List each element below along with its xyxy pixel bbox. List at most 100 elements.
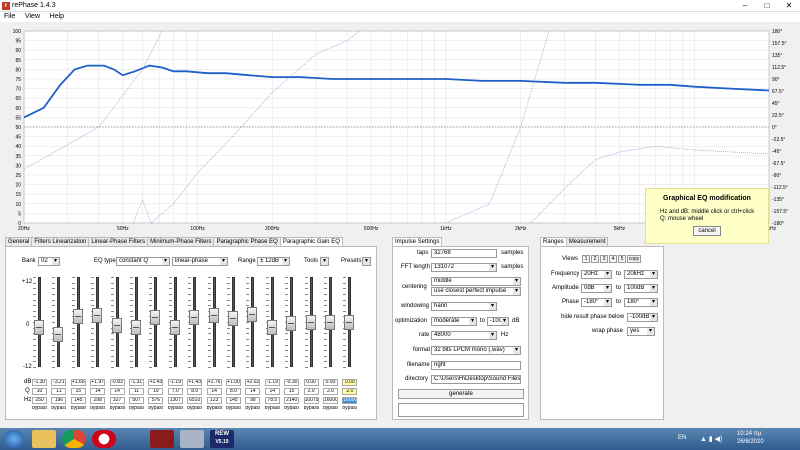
band-type-label[interactable]: bypass <box>71 406 86 413</box>
band-q-value[interactable]: 14 <box>245 388 261 395</box>
band-q-value[interactable]: 14 <box>264 388 280 395</box>
generate-button[interactable]: generate <box>398 389 524 399</box>
band-hz-value[interactable]: 16000 <box>323 397 338 404</box>
band-hz-value[interactable]: 507 <box>129 397 144 404</box>
rephase-icon[interactable] <box>150 430 174 448</box>
bank-select[interactable]: 02 <box>38 257 60 266</box>
band-hz-value[interactable]: 250 <box>32 397 47 404</box>
band-type-label[interactable]: bypass <box>226 406 241 413</box>
band-type-label[interactable]: bypass <box>187 406 202 413</box>
band-db-value[interactable]: 0.00 <box>323 379 338 386</box>
band-q-value[interactable]: 11 <box>51 388 67 395</box>
band-type-label[interactable]: bypass <box>323 406 338 413</box>
band-hz-value[interactable]: 123 <box>206 397 222 404</box>
band-db-value[interactable]: -1.19 <box>167 379 183 386</box>
clock-date[interactable]: 26/6/2020 <box>737 439 764 445</box>
band-q-value[interactable]: 14 <box>109 388 125 395</box>
band-q-value[interactable]: 11 <box>129 388 144 395</box>
band-q-value[interactable]: 10 <box>32 388 47 395</box>
band-db-value[interactable]: -0.30 <box>284 379 300 386</box>
band-hz-value[interactable]: 2140 <box>284 397 300 404</box>
band-type-label[interactable]: bypass <box>245 406 260 413</box>
optimization-db-select[interactable]: -100 <box>487 317 509 326</box>
close-icon[interactable]: ✕ <box>778 1 800 11</box>
view-1-button[interactable]: 1 <box>582 255 590 263</box>
band-db-value[interactable]: -0.83 <box>109 379 125 386</box>
band-type-label[interactable]: bypass <box>265 406 280 413</box>
band-hz-value[interactable]: 1307 <box>167 397 183 404</box>
filename-input[interactable]: right <box>431 361 521 370</box>
band-db-value[interactable]: 0.00 <box>303 379 319 386</box>
wrap-phase-select[interactable]: yes <box>627 327 655 336</box>
presets-select[interactable] <box>362 257 371 266</box>
amplitude-to-select[interactable]: 100dB <box>624 284 658 293</box>
view-3-button[interactable]: 3 <box>600 255 608 263</box>
optimization-select[interactable]: moderate <box>431 317 477 326</box>
menu-file[interactable]: File <box>0 12 19 22</box>
view-2-button[interactable]: 2 <box>591 255 599 263</box>
band-q-value[interactable]: 7.0 <box>167 388 183 395</box>
band-db-value[interactable]: +1.97 <box>90 379 106 386</box>
band-slider-thumb[interactable] <box>286 316 297 332</box>
band-slider-thumb[interactable] <box>228 311 238 327</box>
phase-from-select[interactable]: -180° <box>581 298 612 307</box>
copy-view-button[interactable]: copy <box>627 255 641 263</box>
band-slider-thumb[interactable] <box>169 319 180 335</box>
band-hz-value[interactable]: 98 <box>245 397 261 404</box>
band-type-label[interactable]: bypass <box>110 406 125 413</box>
band-type-label[interactable]: bypass <box>342 406 357 413</box>
band-db-value[interactable]: +2.02 <box>245 379 261 386</box>
band-slider-thumb[interactable] <box>325 315 335 330</box>
file-explorer-icon[interactable] <box>32 430 56 448</box>
phase-mode-select[interactable]: linear-phase <box>172 257 228 266</box>
rew-icon[interactable]: REW V5.19 <box>210 430 234 448</box>
tray-icons[interactable]: ▲ ▮ ◀) <box>700 435 722 443</box>
band-slider-thumb[interactable] <box>305 315 316 330</box>
windowing-select[interactable]: hann <box>431 302 497 311</box>
rate-select[interactable]: 48000 <box>431 331 497 340</box>
menu-help[interactable]: Help <box>46 12 68 22</box>
band-type-label[interactable]: bypass <box>148 406 163 413</box>
fft-length-select[interactable]: 131072 <box>431 263 497 272</box>
band-type-label[interactable]: bypass <box>168 406 183 413</box>
view-5-button[interactable]: 5 <box>618 255 626 263</box>
band-slider-thumb[interactable] <box>53 327 64 343</box>
band-type-label[interactable]: bypass <box>129 406 144 413</box>
start-orb[interactable] <box>4 430 24 448</box>
band-hz-value[interactable]: 78.5 <box>264 397 280 404</box>
band-db-value[interactable]: +1.66 <box>70 379 86 386</box>
centering-select[interactable]: middle <box>431 277 521 286</box>
chrome-icon[interactable] <box>62 430 86 448</box>
band-slider-thumb[interactable] <box>92 307 103 323</box>
band-slider-thumb[interactable] <box>247 307 258 323</box>
range-select[interactable]: ± 12dB <box>257 257 290 266</box>
band-q-value[interactable]: 2.0 <box>342 388 358 395</box>
band-q-value[interactable]: 15 <box>70 388 86 395</box>
frequency-to-select[interactable]: 20kHz <box>624 270 658 279</box>
taps-input[interactable]: 32768 <box>431 249 497 258</box>
band-db-value[interactable]: -1.19 <box>264 379 280 386</box>
band-db-value[interactable]: 0.00 <box>342 379 358 386</box>
hide-phase-select[interactable]: -100dB <box>627 313 658 322</box>
menu-view[interactable]: View <box>21 12 44 22</box>
opera-icon[interactable] <box>92 430 116 448</box>
band-slider-thumb[interactable] <box>72 308 83 324</box>
maximize-icon[interactable]: □ <box>756 1 778 11</box>
band-q-value[interactable]: 8.0 <box>226 388 241 395</box>
band-db-value[interactable]: -1.31 <box>129 379 144 386</box>
band-q-value[interactable]: 15 <box>284 388 300 395</box>
band-hz-value[interactable]: 6510 <box>187 397 203 404</box>
band-type-label[interactable]: bypass <box>207 406 222 413</box>
band-slider-track[interactable] <box>57 277 61 367</box>
band-q-value[interactable]: 2.0 <box>303 388 319 395</box>
band-slider-thumb[interactable] <box>111 318 122 334</box>
band-slider-thumb[interactable] <box>344 315 355 330</box>
eq-type-select[interactable]: constant Q <box>116 257 170 266</box>
band-q-value[interactable]: 8.0 <box>187 388 203 395</box>
band-slider-thumb[interactable] <box>266 319 277 335</box>
phase-to-select[interactable]: 180° <box>624 298 658 307</box>
view-4-button[interactable]: 4 <box>609 255 617 263</box>
clock-time[interactable]: 10:24 πμ <box>737 431 761 437</box>
band-slider-thumb[interactable] <box>150 309 161 325</box>
minimize-icon[interactable]: – <box>734 1 756 11</box>
